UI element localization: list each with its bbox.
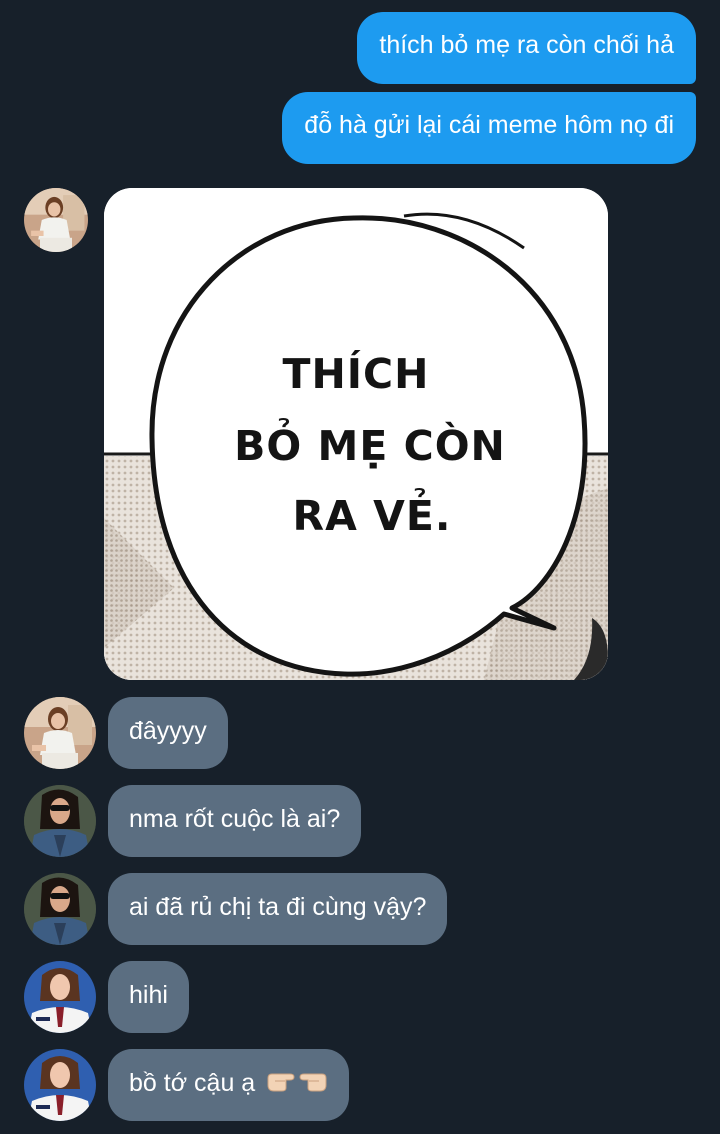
outgoing-message[interactable]: đỗ hà gửi lại cái meme hôm nọ đi bbox=[282, 92, 696, 164]
avatar[interactable] bbox=[24, 961, 96, 1033]
avatar[interactable] bbox=[24, 873, 96, 945]
avatar-woman-white-outfit-icon bbox=[24, 188, 88, 252]
incoming-message[interactable]: đâyyyy bbox=[108, 697, 228, 769]
avatar-woman-sunglasses-icon bbox=[24, 873, 96, 945]
avatar-woman-tie-icon bbox=[24, 961, 96, 1033]
avatar-woman-sunglasses-icon bbox=[24, 785, 96, 857]
avatar[interactable] bbox=[24, 188, 88, 252]
incoming-message[interactable]: hihi bbox=[108, 961, 189, 1033]
chat-thread: thích bỏ mẹ ra còn chối hả đỗ hà gửi lại… bbox=[0, 0, 720, 1134]
meme-text-line1: THÍCH bbox=[283, 350, 430, 398]
pointing-fingers-icon bbox=[266, 1068, 328, 1101]
incoming-message[interactable]: bồ tớ cậu ạ bbox=[108, 1049, 350, 1121]
meme-image: THÍCH BỎ MẸ CÒN RA VẺ. bbox=[104, 188, 608, 680]
meme-text-line3: RA VẺ. bbox=[293, 487, 452, 540]
message-text: bồ tớ cậu ạ bbox=[129, 1069, 256, 1097]
incoming-message[interactable]: nma rốt cuộc là ai? bbox=[108, 785, 362, 857]
meme-text-line2: BỎ MẸ CÒN bbox=[234, 417, 506, 470]
avatar[interactable] bbox=[24, 697, 96, 769]
avatar[interactable] bbox=[24, 1049, 96, 1121]
avatar[interactable] bbox=[24, 785, 96, 857]
outgoing-message[interactable]: thích bỏ mẹ ra còn chối hả bbox=[357, 12, 696, 84]
incoming-message[interactable]: ai đã rủ chị ta đi cùng vậy? bbox=[108, 873, 448, 945]
avatar-woman-white-outfit-icon bbox=[24, 697, 96, 769]
avatar-woman-tie-icon bbox=[24, 1049, 96, 1121]
meme-image-message[interactable]: THÍCH BỎ MẸ CÒN RA VẺ. bbox=[104, 188, 608, 680]
